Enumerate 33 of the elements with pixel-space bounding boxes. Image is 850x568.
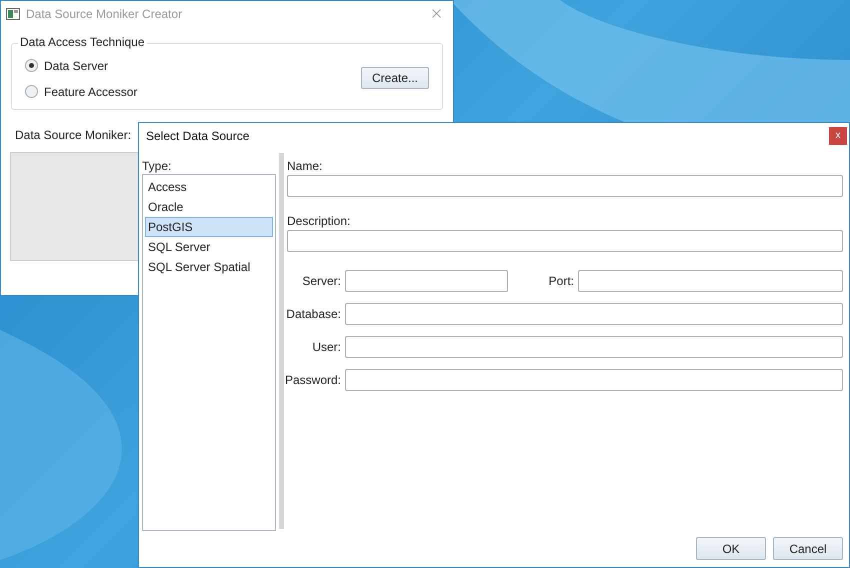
list-item[interactable]: Access <box>145 177 273 197</box>
close-button[interactable]: x <box>829 126 847 144</box>
moniker-label: Data Source Moniker: <box>15 127 132 144</box>
text-input[interactable] <box>287 230 843 252</box>
create-button[interactable]: Create... <box>361 67 429 89</box>
list-item[interactable]: PostGIS <box>145 217 273 237</box>
window-title: Data Source Moniker Creator <box>26 6 182 22</box>
list-item[interactable]: SQL Server <box>145 237 273 257</box>
text-input[interactable] <box>345 369 843 391</box>
text-input[interactable] <box>345 336 843 358</box>
group-title: Data Access Technique <box>18 35 147 50</box>
field-label: Password: <box>284 372 341 389</box>
dialog-title: Select Data Source <box>146 128 250 144</box>
field-label: Database: <box>286 306 341 323</box>
field-label: Name: <box>287 159 324 174</box>
list-item[interactable]: Oracle <box>145 197 273 217</box>
dialog-button[interactable]: Cancel <box>773 537 843 560</box>
radio-button[interactable] <box>25 59 38 72</box>
text-input[interactable] <box>578 270 843 292</box>
radio-label: Data Server <box>44 58 108 74</box>
field-label: Description: <box>287 214 352 229</box>
radio-button[interactable] <box>25 85 38 98</box>
text-input[interactable] <box>345 270 508 292</box>
dialog-button[interactable]: OK <box>696 537 766 560</box>
field-label: Port: <box>548 273 574 290</box>
field-label: User: <box>312 339 341 356</box>
text-input[interactable] <box>287 175 843 197</box>
text-input[interactable] <box>345 303 843 325</box>
list-item[interactable]: SQL Server Spatial <box>145 257 273 277</box>
radio-label: Feature Accessor <box>44 84 138 100</box>
field-label: Server: <box>302 273 341 290</box>
type-label: Type: <box>142 159 172 173</box>
window-app-icon <box>6 8 20 20</box>
